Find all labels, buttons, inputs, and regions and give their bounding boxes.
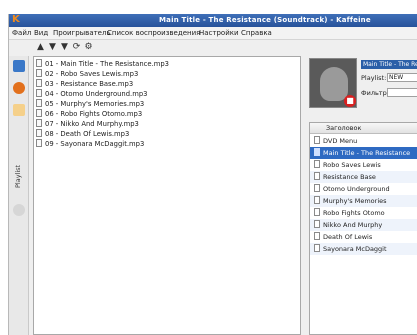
file-icon	[36, 119, 42, 127]
folder-tab-icon[interactable]	[13, 104, 25, 116]
settings-icon[interactable]: ⚙	[83, 42, 94, 53]
cover-art-figure	[320, 67, 348, 101]
playlist-table[interactable]: Заголовок DVD Menu Main Title - The Resi…	[309, 122, 417, 335]
start-tab-icon[interactable]	[13, 60, 25, 72]
track-icon	[314, 172, 320, 180]
playlist-panel: ■ Main Title - The Resistance Playlist: …	[305, 56, 417, 335]
file-item[interactable]: 01 - Main Title - The Resistance.mp3	[36, 59, 298, 69]
playlist-row[interactable]: Death Of Lewis	[310, 231, 417, 243]
kaffeine-app-icon[interactable]: K	[12, 15, 22, 25]
file-item[interactable]: 02 - Robo Saves Lewis.mp3	[36, 69, 298, 79]
window-title: Main Title - The Resistance (Soundtrack)…	[159, 16, 371, 24]
playlist-row[interactable]: Robo Saves Lewis	[310, 159, 417, 171]
track-icon	[314, 148, 320, 156]
title-bar[interactable]: K Main Title - The Resistance (Soundtrac…	[9, 14, 417, 27]
playlist-label: Playlist:	[361, 74, 387, 82]
playlist-row[interactable]: Robo Fights Otomo	[310, 207, 417, 219]
file-icon	[36, 79, 42, 87]
track-icon	[314, 220, 320, 228]
track-icon	[314, 232, 320, 240]
file-item[interactable]: 05 - Murphy's Memories.mp3	[36, 99, 298, 109]
stop-icon[interactable]: ■	[344, 95, 356, 107]
menu-player[interactable]: Проигрыватель	[53, 29, 111, 37]
file-icon	[36, 129, 42, 137]
menu-bar: Файл Вид Проигрыватель Список воспроизве…	[9, 27, 417, 40]
file-item[interactable]: 08 - Death Of Lewis.mp3	[36, 129, 298, 139]
playlist-select[interactable]: NEW	[387, 73, 417, 82]
media-tab-icon[interactable]	[13, 82, 25, 94]
playlist-row[interactable]: Otomo Underground	[310, 183, 417, 195]
track-info: ■ Main Title - The Resistance Playlist: …	[305, 56, 417, 114]
app-window: K Main Title - The Resistance (Soundtrac…	[8, 14, 417, 335]
toolbar: ▲ ▼ ▼ ⟳ ⚙	[9, 40, 417, 56]
filter-input[interactable]	[387, 88, 417, 97]
file-item[interactable]: 07 - Nikko And Murphy.mp3	[36, 119, 298, 129]
file-item[interactable]: 06 - Robo Fights Otomo.mp3	[36, 109, 298, 119]
playlist-row[interactable]: Resistance Base	[310, 171, 417, 183]
arrow-down-icon[interactable]: ▼	[59, 42, 70, 53]
file-item[interactable]: 03 - Resistance Base.mp3	[36, 79, 298, 89]
side-tab-bar: Playlist	[9, 56, 29, 335]
current-track-title: Main Title - The Resistance	[361, 60, 417, 69]
album-cover[interactable]: ■	[309, 58, 357, 108]
file-icon	[36, 89, 42, 97]
file-icon	[36, 139, 42, 147]
column-header-title[interactable]: Заголовок	[310, 123, 417, 134]
track-icon	[314, 196, 320, 204]
menu-playlist[interactable]: Список воспроизведения	[107, 29, 200, 37]
refresh-icon[interactable]: ⟳	[71, 42, 82, 53]
playlist-row[interactable]: Sayonara McDaggit	[310, 243, 417, 255]
track-icon	[314, 244, 320, 252]
menu-file[interactable]: Файл	[12, 29, 31, 37]
menu-settings[interactable]: Настройки	[199, 29, 239, 37]
disc-tab-icon[interactable]	[13, 204, 25, 216]
file-icon	[36, 59, 42, 67]
playlist-tab-label[interactable]: Playlist	[14, 144, 24, 188]
menu-view[interactable]: Вид	[34, 29, 48, 37]
arrow-up-icon[interactable]: ▲	[35, 42, 46, 53]
playlist-row[interactable]: Murphy's Memories	[310, 195, 417, 207]
file-icon	[36, 109, 42, 117]
track-icon	[314, 208, 320, 216]
filter-label: Фильтр:	[361, 89, 389, 97]
file-icon	[36, 69, 42, 77]
playlist-row[interactable]: Nikko And Murphy	[310, 219, 417, 231]
playlist-row[interactable]: DVD Menu	[310, 135, 417, 147]
file-icon	[36, 99, 42, 107]
playlist-row-selected[interactable]: Main Title - The Resistance	[310, 147, 417, 159]
track-icon	[314, 160, 320, 168]
track-icon	[314, 184, 320, 192]
file-item[interactable]: 04 - Otomo Underground.mp3	[36, 89, 298, 99]
track-icon	[314, 136, 320, 144]
menu-help[interactable]: Справка	[241, 29, 272, 37]
arrow-down-icon[interactable]: ▼	[47, 42, 58, 53]
file-browser[interactable]: 01 - Main Title - The Resistance.mp3 02 …	[33, 56, 301, 335]
file-item[interactable]: 09 - Sayonara McDaggit.mp3	[36, 139, 298, 149]
